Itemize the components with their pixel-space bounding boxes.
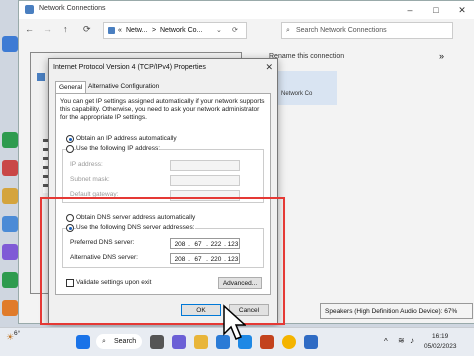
search-icon: ⌕ — [286, 27, 290, 34]
search-label: Search — [114, 338, 137, 345]
desktop-icon[interactable] — [2, 216, 18, 232]
chevron-up-icon[interactable]: ^ — [384, 337, 388, 346]
task-view-icon[interactable] — [150, 335, 164, 349]
file-explorer-icon[interactable] — [194, 335, 208, 349]
subnet-mask-field — [170, 175, 240, 186]
back-arrow-icon[interactable]: ← — [25, 24, 34, 34]
start-icon[interactable] — [76, 335, 90, 349]
network-icon — [108, 27, 115, 34]
weather-temp: 6° — [14, 330, 21, 337]
close-button[interactable]: ✕ — [449, 1, 474, 19]
desktop-icon[interactable] — [2, 244, 18, 260]
intro-text-line: for the appropriate IP settings. — [60, 114, 147, 121]
ip-manual-label: Use the following IP address: — [76, 145, 161, 152]
window-title: Network Connections — [39, 5, 106, 12]
desktop-icon[interactable] — [2, 188, 18, 204]
tab-general[interactable]: General — [55, 81, 87, 93]
ip-auto-radio[interactable] — [66, 135, 74, 143]
mouse-cursor-icon — [223, 304, 246, 340]
network-settings-icon[interactable] — [304, 335, 318, 349]
weather-icon[interactable]: ☀ — [6, 332, 14, 343]
rename-connection-button[interactable]: Rename this connection — [269, 53, 344, 60]
close-icon[interactable]: ✕ — [265, 62, 273, 73]
clock-time[interactable]: 16:19 — [432, 333, 448, 340]
dialog-title: Internet Protocol Version 4 (TCP/IPv4) P… — [53, 64, 206, 71]
minimize-button[interactable]: – — [397, 1, 423, 19]
refresh-icon[interactable]: ⟳ — [232, 23, 238, 38]
up-arrow-icon[interactable]: ↑ — [63, 24, 68, 34]
search-icon: ⌕ — [102, 338, 106, 345]
app-icon[interactable] — [260, 335, 274, 349]
address-bar-row: ← → ↑ ⟳ « Netw... > Network Co... ⌄ ⟳ ⌕ … — [19, 19, 474, 41]
breadcrumb-network[interactable]: Netw... — [126, 23, 147, 38]
intro-text-line: this capability. Otherwise, you need to … — [60, 106, 260, 113]
refresh-icon[interactable]: ⟳ — [83, 24, 91, 35]
desktop-icon[interactable] — [2, 160, 18, 176]
address-box[interactable]: « Netw... > Network Co... ⌄ ⟳ — [103, 22, 247, 39]
network-icon — [25, 5, 34, 14]
highlight-rectangle — [40, 197, 285, 325]
widgets-icon[interactable] — [172, 335, 186, 349]
ip-manual-radio[interactable] — [66, 145, 74, 153]
chevron-down-icon[interactable]: ⌄ — [216, 23, 222, 38]
forward-arrow-icon[interactable]: → — [43, 24, 52, 34]
speaker-icon[interactable]: ♪ — [410, 336, 414, 345]
taskbar-search[interactable]: ⌕ Search — [96, 334, 142, 349]
maximize-button[interactable]: □ — [423, 1, 449, 19]
tab-alternative-configuration[interactable]: Alternative Configuration — [85, 81, 162, 92]
clock-date[interactable]: 05/02/2023 — [424, 343, 457, 350]
ip-address-label: IP address: — [70, 161, 103, 168]
chrome-icon[interactable] — [282, 335, 296, 349]
breadcrumb-network-connections[interactable]: Network Co... — [160, 23, 202, 38]
intro-text-line: You can get IP settings assigned automat… — [60, 98, 265, 105]
desktop-icon[interactable] — [2, 36, 18, 52]
adapter-label: Network Co — [281, 91, 313, 97]
search-placeholder: Search Network Connections — [296, 27, 387, 34]
volume-tooltip: Speakers (High Definition Audio Device):… — [320, 303, 473, 319]
ip-address-field — [170, 160, 240, 171]
breadcrumb-separator: > — [152, 27, 157, 34]
desktop-icon[interactable] — [2, 272, 18, 288]
addr-prefix: « — [118, 27, 122, 34]
desktop-icon[interactable] — [2, 132, 18, 148]
wifi-icon[interactable]: ≋ — [398, 336, 405, 345]
ip-auto-label: Obtain an IP address automatically — [76, 135, 177, 142]
search-input[interactable]: ⌕ Search Network Connections — [281, 22, 453, 39]
network-icon — [37, 73, 45, 81]
subnet-mask-label: Subnet mask: — [70, 176, 110, 183]
more-options-icon[interactable]: » — [439, 51, 444, 61]
network-adapter-item[interactable]: Network Co — [277, 71, 337, 105]
window-titlebar: Network Connections – □ ✕ — [19, 1, 474, 19]
desktop-icon[interactable] — [2, 300, 18, 316]
